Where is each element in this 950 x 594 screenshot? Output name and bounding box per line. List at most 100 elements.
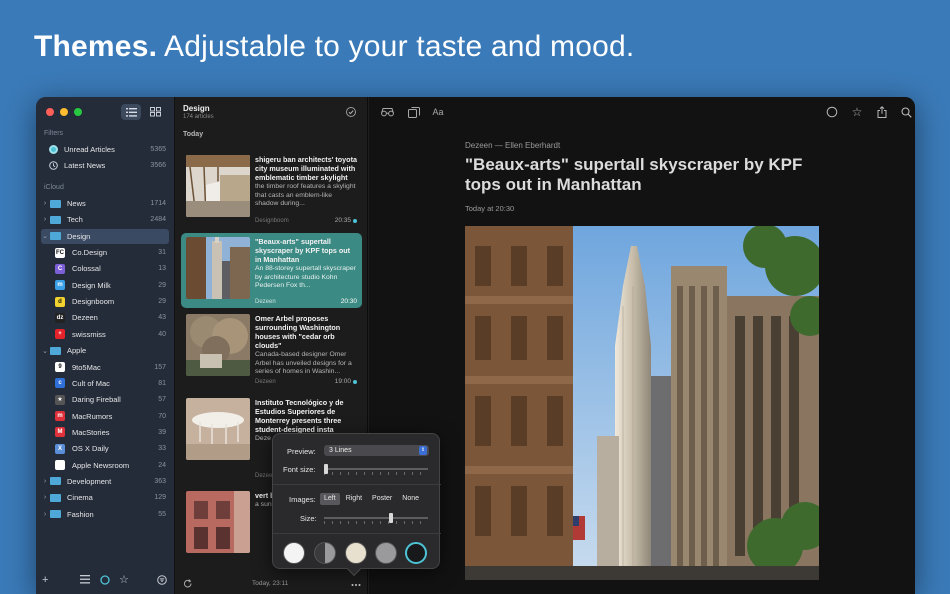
sidebar-item-label: Colossal <box>72 264 101 274</box>
headline-rest: Adjustable to your taste and mood. <box>164 30 635 63</box>
headline-bold: Themes. <box>34 30 158 63</box>
search-icon <box>900 106 912 118</box>
sidebar-item-count: 31 <box>158 249 166 257</box>
mark-read-button[interactable] <box>825 105 839 119</box>
sidebar-item-colossal[interactable]: C Colossal 13 <box>41 261 169 276</box>
theme-swatch[interactable] <box>405 542 427 564</box>
close-window-button[interactable] <box>46 108 54 116</box>
add-feed-button[interactable]: + <box>42 574 48 586</box>
image-option-right[interactable]: Right <box>342 493 366 505</box>
sidebar-item-label: MacStories <box>72 427 110 437</box>
folder-icon <box>50 199 61 208</box>
sidebar-item-swissmiss[interactable]: + swissmiss 40 <box>41 327 169 342</box>
sidebar-item-cinema[interactable]: › Cinema 129 <box>41 490 169 505</box>
theme-swatch[interactable] <box>314 542 336 564</box>
sidebar-item-design[interactable]: ⌄ Design <box>41 228 169 244</box>
fontsize-slider[interactable] <box>324 464 428 475</box>
image-option-poster[interactable]: Poster <box>368 493 396 505</box>
article-card-time: 19:00 <box>334 378 351 385</box>
article-card-selected[interactable]: "Beaux-arts" supertall skyscraper by KPF… <box>181 233 362 308</box>
minimize-window-button[interactable] <box>60 108 68 116</box>
more-options-icon[interactable] <box>351 583 361 587</box>
theme-swatch[interactable] <box>283 542 305 564</box>
fontsize-label: Font size: <box>283 465 316 474</box>
skyscraper-hero-photo <box>465 226 819 580</box>
marketing-headline: Themes. Adjustable to your taste and moo… <box>34 30 634 64</box>
sidebar-item-label: Unread Articles <box>64 145 115 154</box>
text-appearance-button[interactable]: Aa <box>431 105 445 119</box>
image-size-slider[interactable] <box>324 513 428 524</box>
sidebar-item-co-design[interactable]: FC Co.Design 31 <box>41 245 169 260</box>
sidebar-item-label: Cult of Mac <box>72 378 110 388</box>
sidebar-item-dezeen[interactable]: dz Dezeen 43 <box>41 310 169 325</box>
sidebar-item-label: MacRumors <box>72 411 113 421</box>
sidebar-item-label: 9to5Mac <box>72 362 101 372</box>
article-card-excerpt: the timber roof features a skylight that… <box>255 183 356 207</box>
chevron-right-icon[interactable]: › <box>41 494 49 501</box>
sidebar-item-design-milk[interactable]: m Design Milk 29 <box>41 278 169 293</box>
sidebar-item-label: News <box>67 199 86 208</box>
image-option-left[interactable]: Left <box>320 493 340 505</box>
share-button[interactable] <box>875 105 889 119</box>
museum-photo <box>186 155 250 217</box>
sidebar-item-unread-articles[interactable]: Unread Articles 5365 <box>41 142 169 157</box>
images-label: Images: <box>289 495 316 504</box>
icloud-section-label: iCloud <box>44 184 64 191</box>
fontsize-slider-knob[interactable] <box>324 464 328 474</box>
chevron-down-icon[interactable]: ⌄ <box>41 232 49 240</box>
sidebar-item-apple-newsroom[interactable]: Apple Newsroom 24 <box>41 458 169 473</box>
article-card[interactable]: Omer Arbel proposes surrounding Washingt… <box>181 310 362 388</box>
sidebar-item-9to5mac[interactable]: 9 9to5Mac 157 <box>41 360 169 375</box>
feed-favicon-icon: d <box>55 296 65 307</box>
grid-view-icon <box>149 107 161 117</box>
sidebar-item-macrumors[interactable]: m MacRumors 70 <box>41 409 169 424</box>
sidebar-item-latest-news[interactable]: Latest News 3566 <box>41 158 169 173</box>
sidebar-item-development[interactable]: › Development 363 <box>41 474 169 489</box>
unread-dot-icon <box>353 379 357 384</box>
filter-menu-button[interactable] <box>157 575 167 588</box>
copy-button[interactable] <box>407 105 421 119</box>
list-style-button[interactable] <box>80 575 90 587</box>
chevron-right-icon[interactable]: › <box>41 511 49 518</box>
sidebar-item-designboom[interactable]: d Designboom 29 <box>41 294 169 309</box>
search-button[interactable] <box>899 105 913 119</box>
article-thumbnail <box>186 398 250 460</box>
grid-view-button[interactable] <box>145 104 165 120</box>
list-footer: Today, 23:11 <box>175 574 368 594</box>
installation-photo <box>186 398 250 460</box>
refresh-icon[interactable] <box>183 579 193 589</box>
mark-all-read-button[interactable] <box>346 107 356 117</box>
sidebar-item-os-x-daily[interactable]: X OS X Daily 33 <box>41 441 169 456</box>
star-button[interactable]: ☆ <box>850 105 864 119</box>
copy-icon <box>408 106 420 118</box>
image-size-slider-knob[interactable] <box>389 513 393 523</box>
chevron-right-icon[interactable]: › <box>41 216 49 223</box>
sidebar-item-macstories[interactable]: M MacStories 39 <box>41 425 169 440</box>
unread-filter-button[interactable] <box>100 575 110 588</box>
sidebar-item-count: 29 <box>158 281 166 289</box>
sidebar-item-fashion[interactable]: › Fashion 55 <box>41 507 169 522</box>
article-card[interactable]: shigeru ban architects' toyota city muse… <box>181 151 362 227</box>
chevron-right-icon[interactable]: › <box>41 478 49 485</box>
chevron-down-icon[interactable]: ⌄ <box>41 347 49 355</box>
theme-swatch[interactable] <box>345 542 367 564</box>
list-title: Design <box>183 104 210 113</box>
sidebar-item-apple[interactable]: ⌄ Apple <box>41 343 169 358</box>
sidebar-item-label: Development <box>67 476 112 486</box>
image-option-none[interactable]: None <box>398 493 423 505</box>
chevron-right-icon[interactable]: › <box>41 200 49 207</box>
starred-filter-button[interactable]: ☆ <box>119 573 129 586</box>
theme-swatch[interactable] <box>375 542 397 564</box>
sidebar-item-daring-fireball[interactable]: ★ Daring Fireball 57 <box>41 392 169 407</box>
preview-select[interactable]: 3 Lines ⇕ <box>324 445 429 456</box>
sidebar-item-count: 55 <box>158 510 166 518</box>
list-view-button[interactable] <box>121 104 141 120</box>
zoom-window-button[interactable] <box>74 108 82 116</box>
reader-view-button[interactable] <box>380 105 394 119</box>
unread-dot-icon <box>353 218 357 223</box>
sidebar-item-tech[interactable]: › Tech 2484 <box>41 212 169 227</box>
sidebar-item-cult-of-mac[interactable]: c Cult of Mac 81 <box>41 376 169 391</box>
sidebar-item-news[interactable]: › News 1714 <box>41 196 169 211</box>
sidebar-item-label: Design Milk <box>72 280 111 290</box>
sidebar: Filters Unread Articles 5365 Latest News… <box>36 97 175 594</box>
